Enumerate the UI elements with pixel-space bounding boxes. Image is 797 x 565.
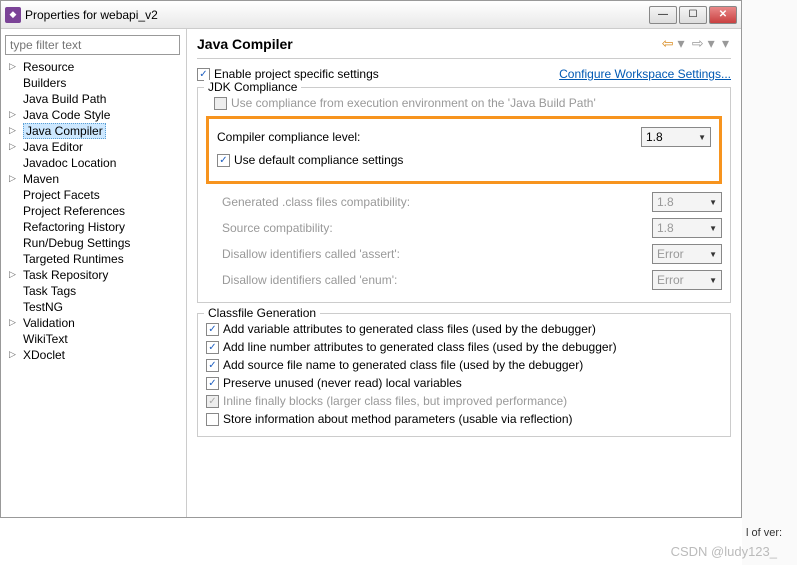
back-icon[interactable]: ⇦ [662, 35, 674, 51]
generated-class-select: 1.8▼ [652, 192, 722, 212]
chevron-down-icon: ▼ [698, 133, 706, 142]
tree-item-task-tags[interactable]: Task Tags [5, 283, 182, 299]
tree-item-task-repository[interactable]: Task Repository [5, 267, 182, 283]
page-title: Java Compiler [197, 36, 660, 52]
compliance-level-select[interactable]: 1.8▼ [641, 127, 711, 147]
use-default-checkbox[interactable] [217, 154, 230, 167]
enable-specific-checkbox[interactable] [197, 68, 210, 81]
titlebar: ◆ Properties for webapi_v2 — ☐ ✕ [1, 1, 741, 29]
enable-specific-row: Enable project specific settings Configu… [197, 67, 731, 81]
properties-dialog: ◆ Properties for webapi_v2 — ☐ ✕ Resourc… [0, 0, 742, 518]
tree-item-testng[interactable]: TestNG [5, 299, 182, 315]
window-title: Properties for webapi_v2 [25, 8, 649, 22]
truncated-option: Use compliance from execution environmen… [214, 96, 722, 110]
cf-inline-finally: Inline finally blocks (larger class file… [206, 394, 722, 408]
highlight-box: Compiler compliance level: 1.8▼ Use defa… [206, 116, 722, 184]
cf-preserve-unused: Preserve unused (never read) local varia… [206, 376, 722, 390]
cf-variable-attrs: Add variable attributes to generated cla… [206, 322, 722, 336]
configure-workspace-link[interactable]: Configure Workspace Settings... [559, 67, 731, 81]
compliance-level-row: Compiler compliance level: 1.8▼ [217, 127, 711, 147]
tree-item-project-references[interactable]: Project References [5, 203, 182, 219]
back-menu-icon[interactable]: ▾ [677, 35, 684, 51]
tree-item-builders[interactable]: Builders [5, 75, 182, 91]
enable-specific-label: Enable project specific settings [214, 67, 379, 81]
tree-item-xdoclet[interactable]: XDoclet [5, 347, 182, 363]
classfile-group-label: Classfile Generation [204, 306, 320, 320]
source-compat-row: Source compatibility: 1.8▼ [206, 218, 722, 238]
nav-buttons: ⇦▾ ⇨▾ ▾ [660, 35, 731, 52]
classfile-group: Classfile Generation Add variable attrib… [197, 313, 731, 437]
filter-input[interactable] [5, 35, 180, 55]
source-compat-select: 1.8▼ [652, 218, 722, 238]
tree-item-java-code-style[interactable]: Java Code Style [5, 107, 182, 123]
tree-item-targeted-runtimes[interactable]: Targeted Runtimes [5, 251, 182, 267]
watermark: CSDN @ludy123_ [671, 544, 777, 559]
minimize-button[interactable]: — [649, 6, 677, 24]
header: Java Compiler ⇦▾ ⇨▾ ▾ [197, 35, 731, 59]
forward-icon[interactable]: ⇨ [692, 35, 704, 51]
tree-item-validation[interactable]: Validation [5, 315, 182, 331]
app-icon: ◆ [5, 7, 21, 23]
cf5-checkbox [206, 395, 219, 408]
close-button[interactable]: ✕ [709, 6, 737, 24]
cf2-checkbox[interactable] [206, 341, 219, 354]
use-default-label: Use default compliance settings [234, 153, 403, 167]
tree-item-project-facets[interactable]: Project Facets [5, 187, 182, 203]
maximize-button[interactable]: ☐ [679, 6, 707, 24]
cf-method-params: Store information about method parameter… [206, 412, 722, 426]
use-default-row: Use default compliance settings [217, 153, 711, 167]
compliance-level-label: Compiler compliance level: [217, 130, 641, 144]
background-window-strip: l of ver: [742, 0, 797, 565]
use-execution-env-checkbox [214, 97, 227, 110]
tree-item-run-debug-settings[interactable]: Run/Debug Settings [5, 235, 182, 251]
tree-item-java-compiler[interactable]: Java Compiler [5, 123, 182, 139]
cf3-checkbox[interactable] [206, 359, 219, 372]
cf-line-numbers: Add line number attributes to generated … [206, 340, 722, 354]
sidebar: ResourceBuildersJava Build PathJava Code… [1, 29, 187, 517]
category-tree: ResourceBuildersJava Build PathJava Code… [5, 59, 182, 363]
disallow-enum-select: Error▼ [652, 270, 722, 290]
cf-source-file: Add source file name to generated class … [206, 358, 722, 372]
cf6-checkbox[interactable] [206, 413, 219, 426]
window-buttons: — ☐ ✕ [649, 6, 737, 24]
forward-menu-icon[interactable]: ▾ [708, 35, 715, 51]
cf1-checkbox[interactable] [206, 323, 219, 336]
generated-class-row: Generated .class files compatibility: 1.… [206, 192, 722, 212]
cf4-checkbox[interactable] [206, 377, 219, 390]
use-execution-env-label: Use compliance from execution environmen… [231, 96, 596, 110]
tree-item-resource[interactable]: Resource [5, 59, 182, 75]
tree-item-javadoc-location[interactable]: Javadoc Location [5, 155, 182, 171]
jdk-compliance-group: JDK Compliance Use compliance from execu… [197, 87, 731, 303]
main-panel: Java Compiler ⇦▾ ⇨▾ ▾ Enable project spe… [187, 29, 741, 517]
view-menu-icon[interactable]: ▾ [722, 35, 729, 51]
tree-item-refactoring-history[interactable]: Refactoring History [5, 219, 182, 235]
tree-item-java-build-path[interactable]: Java Build Path [5, 91, 182, 107]
tree-item-maven[interactable]: Maven [5, 171, 182, 187]
disallow-assert-select: Error▼ [652, 244, 722, 264]
tree-item-java-editor[interactable]: Java Editor [5, 139, 182, 155]
background-text-fragment: l of ver: [746, 527, 782, 539]
jdk-group-label: JDK Compliance [204, 80, 301, 94]
dialog-body: ResourceBuildersJava Build PathJava Code… [1, 29, 741, 517]
tree-item-wikitext[interactable]: WikiText [5, 331, 182, 347]
disallow-assert-row: Disallow identifiers called 'assert': Er… [206, 244, 722, 264]
disallow-enum-row: Disallow identifiers called 'enum': Erro… [206, 270, 722, 290]
